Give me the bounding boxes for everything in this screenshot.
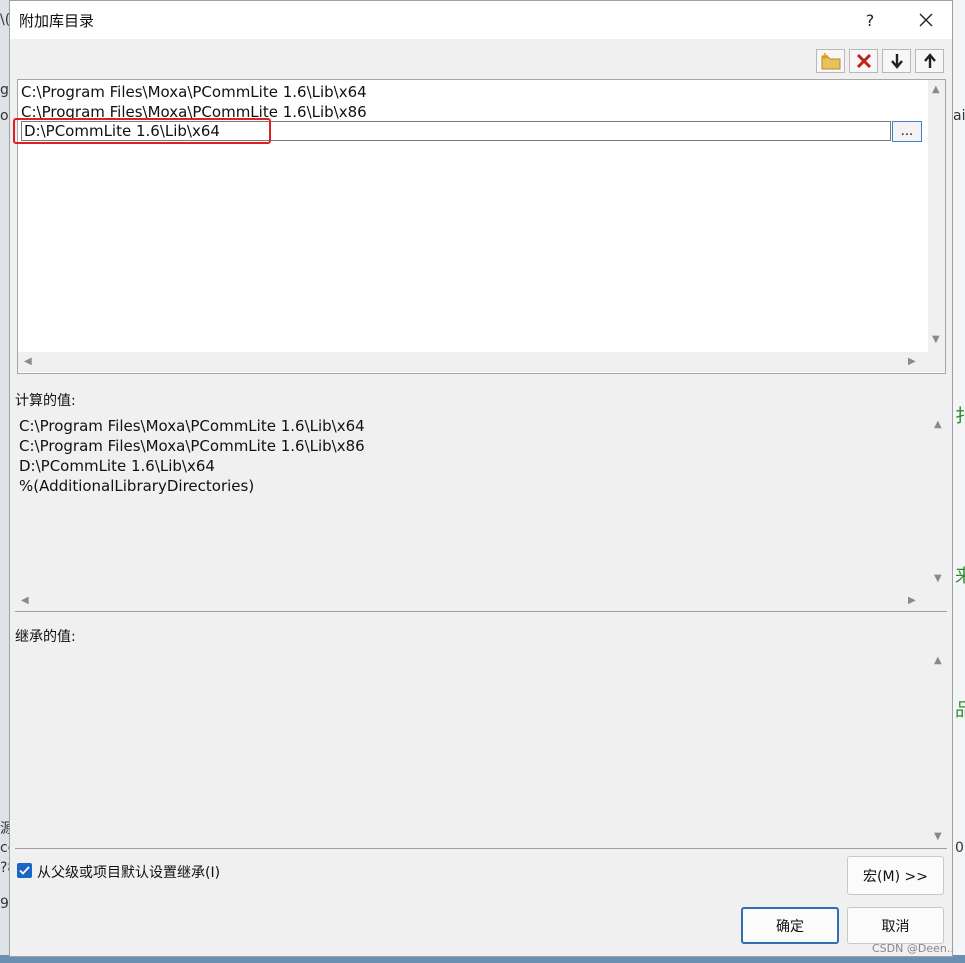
- bg-text-fragment: 0: [955, 840, 964, 856]
- inherited-values-label: 继承的值:: [15, 629, 76, 645]
- ok-button[interactable]: 确定: [741, 907, 839, 944]
- new-line-button[interactable]: [816, 49, 845, 73]
- title-bar: 附加库目录 ?: [10, 1, 952, 39]
- delete-icon: [856, 53, 871, 69]
- list-item[interactable]: C:\Program Files\Moxa\PCommLite 1.6\Lib\…: [21, 83, 367, 101]
- inherit-checkbox-label[interactable]: 从父级或项目默认设置继承(I): [37, 862, 220, 882]
- list-horizontal-scrollbar[interactable]: ◀ ▶: [18, 352, 945, 372]
- list-item-editor: [21, 121, 891, 141]
- cancel-button[interactable]: 取消: [847, 907, 944, 944]
- computed-value-line: %(AdditionalLibraryDirectories): [19, 477, 255, 495]
- scroll-down-arrow-icon[interactable]: ▼: [934, 573, 942, 584]
- close-icon: [919, 13, 933, 27]
- list-item[interactable]: C:\Program Files\Moxa\PCommLite 1.6\Lib\…: [21, 103, 367, 121]
- scroll-up-arrow-icon[interactable]: ▲: [934, 419, 942, 430]
- watermark: CSDN @Deen..: [872, 942, 954, 955]
- bg-text-fragment: 品: [955, 700, 965, 721]
- scroll-down-arrow-icon[interactable]: ▼: [934, 831, 942, 842]
- delete-line-button[interactable]: [849, 49, 878, 73]
- scroll-up-arrow-icon[interactable]: ▲: [932, 84, 940, 95]
- scroll-right-arrow-icon[interactable]: ▶: [908, 595, 916, 606]
- scroll-right-arrow-icon[interactable]: ▶: [908, 356, 916, 367]
- dialog-title: 附加库目录: [19, 12, 95, 30]
- computed-values-label: 计算的值:: [15, 393, 76, 409]
- close-button[interactable]: [912, 7, 940, 33]
- move-down-icon: [890, 54, 903, 69]
- computed-value-line: C:\Program Files\Moxa\PCommLite 1.6\Lib\…: [19, 437, 365, 455]
- bg-text-fragment: 来: [955, 566, 965, 587]
- browse-button[interactable]: ...: [892, 121, 922, 142]
- move-down-button[interactable]: [882, 49, 911, 73]
- move-up-button[interactable]: [915, 49, 944, 73]
- new-folder-icon: [821, 53, 840, 70]
- computed-value-line: D:\PCommLite 1.6\Lib\x64: [19, 457, 215, 475]
- scroll-left-arrow-icon[interactable]: ◀: [24, 356, 32, 367]
- list-vertical-scrollbar[interactable]: ▲ ▼: [928, 80, 945, 352]
- computed-values-box: C:\Program Files\Moxa\PCommLite 1.6\Lib\…: [15, 413, 947, 612]
- computed-vertical-scrollbar[interactable]: ▲ ▼: [930, 413, 947, 591]
- directory-list[interactable]: C:\Program Files\Moxa\PCommLite 1.6\Lib\…: [13, 79, 946, 374]
- inherited-vertical-scrollbar[interactable]: ▲ ▼: [930, 649, 947, 848]
- directory-edit-input[interactable]: [24, 122, 624, 140]
- computed-value-line: C:\Program Files\Moxa\PCommLite 1.6\Lib\…: [19, 417, 365, 435]
- bg-text-fragment: ai: [953, 108, 965, 124]
- bg-text-fragment: g: [0, 82, 9, 98]
- bg-text-fragment: 扌: [955, 406, 965, 427]
- scroll-left-arrow-icon[interactable]: ◀: [21, 595, 29, 606]
- help-button[interactable]: ?: [858, 7, 882, 33]
- computed-horizontal-scrollbar[interactable]: ◀ ▶: [15, 591, 945, 611]
- scroll-down-arrow-icon[interactable]: ▼: [932, 334, 940, 345]
- inherited-values-box: ▲ ▼: [15, 649, 947, 849]
- additional-library-directories-dialog: 附加库目录 ? C:\Program Files\Moxa\PCommLite …: [9, 0, 953, 957]
- inherit-checkbox[interactable]: [17, 863, 32, 878]
- move-up-icon: [923, 53, 936, 68]
- macros-button[interactable]: 宏(M) >>: [847, 856, 944, 895]
- checkmark-icon: [19, 866, 30, 875]
- scroll-up-arrow-icon[interactable]: ▲: [934, 655, 942, 666]
